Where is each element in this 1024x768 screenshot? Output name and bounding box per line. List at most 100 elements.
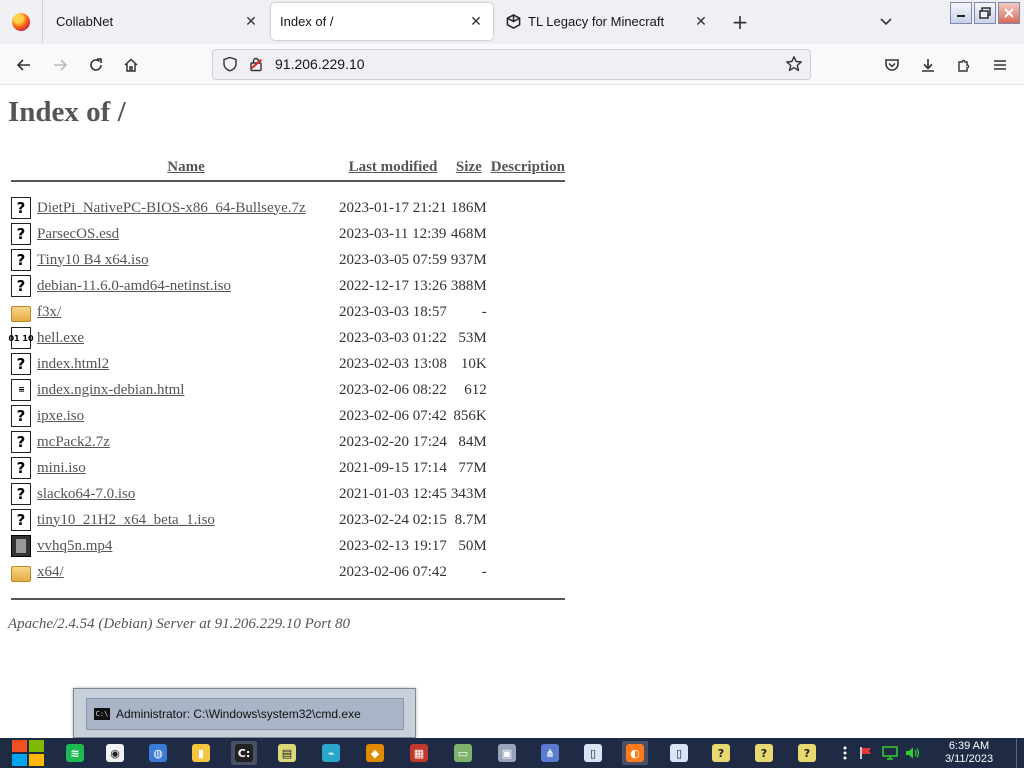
file-icon-cell: ? <box>10 195 34 221</box>
file-link[interactable]: ParsecOS.esd <box>37 226 119 242</box>
file-link[interactable]: DietPi_NativePC-BIOS-x86_64-Bullseye.7z <box>37 200 306 216</box>
document-icon[interactable]: ▯ <box>666 741 692 765</box>
firefox-icon[interactable]: ◐ <box>622 741 648 765</box>
extensions-icon[interactable] <box>951 52 977 78</box>
file-link[interactable]: debian-11.6.0-amd64-netinst.iso <box>37 278 231 294</box>
close-icon[interactable]: ✕ <box>692 12 710 30</box>
home-icon[interactable] <box>118 52 144 78</box>
tray-overflow-icon[interactable] <box>836 743 854 763</box>
unknown-file-icon: ? <box>11 353 31 375</box>
file-link[interactable]: hell.exe <box>37 330 84 346</box>
file-size: 10K <box>460 355 487 372</box>
avast-icon[interactable]: ◆ <box>362 741 388 765</box>
url-bar[interactable]: 91.206.229.10 <box>212 49 811 80</box>
table-row: ? DietPi_NativePC-BIOS-x86_64-Bullseye.7z… <box>10 195 566 221</box>
cmd-icon[interactable]: C: <box>231 741 257 765</box>
star-icon[interactable] <box>784 54 804 74</box>
notepad-icon[interactable]: ▤ <box>274 741 300 765</box>
file-link[interactable]: ipxe.iso <box>37 408 84 424</box>
firefox-logo-icon[interactable] <box>0 0 42 44</box>
file-description <box>490 533 566 559</box>
network-globe-icon[interactable]: ◍ <box>145 741 171 765</box>
tracking-shield-icon[interactable] <box>222 56 238 72</box>
printer-icon[interactable]: ▣ <box>494 741 520 765</box>
clock-date: 3/11/2023 <box>944 753 994 765</box>
url-text[interactable]: 91.206.229.10 <box>275 56 365 72</box>
file-link[interactable]: vvhq5n.mp4 <box>37 538 112 554</box>
hamburger-menu-icon[interactable] <box>987 52 1013 78</box>
app-icon[interactable]: ▦ <box>406 741 432 765</box>
document-icon[interactable]: ▯ <box>580 741 606 765</box>
notepad-help-icon[interactable]: ? <box>794 741 820 765</box>
start-windows-icon[interactable] <box>8 738 46 768</box>
close-icon[interactable]: ✕ <box>242 12 260 30</box>
file-description <box>490 455 566 481</box>
column-header-description[interactable]: Description <box>490 154 566 180</box>
app-icon[interactable]: ⌁ <box>318 741 344 765</box>
cmd-window-preview[interactable]: C:\ Administrator: C:\Windows\system32\c… <box>86 698 404 730</box>
network-icon-glyph: ⋔ <box>541 744 559 762</box>
network-icon[interactable]: ⋔ <box>537 741 563 765</box>
unknown-file-icon: ? <box>11 457 31 479</box>
notepad-help-icon-glyph: ? <box>712 744 730 762</box>
spotify-icon[interactable]: ≋ <box>62 741 88 765</box>
pocket-icon[interactable] <box>879 52 905 78</box>
network-monitor-icon[interactable] <box>881 743 899 763</box>
reload-icon[interactable] <box>83 52 109 78</box>
column-header-last-modified[interactable]: Last modified <box>338 154 448 180</box>
file-link[interactable]: index.html2 <box>37 356 109 372</box>
page-title: Index of / <box>8 96 126 128</box>
volume-icon[interactable] <box>904 743 922 763</box>
monitor-icon-glyph: ▭ <box>454 744 472 762</box>
file-size: - <box>481 303 487 320</box>
file-description <box>490 377 566 403</box>
close-window-button[interactable] <box>998 2 1020 24</box>
column-header-name[interactable]: Name <box>36 154 336 180</box>
file-icon-cell: ? <box>10 351 34 377</box>
chrome-icon[interactable]: ◉ <box>102 741 128 765</box>
file-link[interactable]: Tiny10 B4 x64.iso <box>37 252 149 268</box>
close-icon[interactable]: ✕ <box>467 13 485 31</box>
table-row: ? debian-11.6.0-amd64-netinst.iso 2022-12-… <box>10 273 566 299</box>
show-desktop-button[interactable] <box>1016 738 1024 768</box>
column-header-size[interactable]: Size <box>450 154 488 180</box>
unknown-file-icon: ? <box>11 197 31 219</box>
firefox-icon-glyph: ◐ <box>626 744 644 762</box>
taskbar-thumbnail-preview[interactable]: C:\ Administrator: C:\Windows\system32\c… <box>73 688 416 738</box>
flag-icon[interactable] <box>857 743 875 763</box>
tab-collabnet[interactable]: CollabNet ✕ <box>42 0 268 42</box>
file-modified: 2023-02-06 08:22 <box>339 381 447 398</box>
download-icon[interactable] <box>915 52 941 78</box>
insecure-lock-icon[interactable] <box>248 56 264 72</box>
file-link[interactable]: f3x/ <box>37 304 61 320</box>
file-link[interactable]: index.nginx-debian.html <box>37 382 184 398</box>
movie-file-icon <box>11 535 31 557</box>
file-description <box>490 481 566 507</box>
file-link[interactable]: tiny10_21H2_x64_beta_1.iso <box>37 512 215 528</box>
system-clock[interactable]: 6:39 AM 3/11/2023 <box>936 740 1002 766</box>
file-icon-cell <box>10 533 34 559</box>
file-link[interactable]: mini.iso <box>37 460 86 476</box>
notepad-help-icon[interactable]: ? <box>708 741 734 765</box>
notepad-help-icon[interactable]: ? <box>751 741 777 765</box>
tab-title: TL Legacy for Minecraft <box>528 13 665 29</box>
table-row: ? tiny10_21H2_x64_beta_1.iso 2023-02-24 02… <box>10 507 566 533</box>
tab-index[interactable]: Index of / ✕ <box>271 3 493 40</box>
file-link[interactable]: x64/ <box>37 564 64 580</box>
file-explorer-icon[interactable]: ▮ <box>188 741 214 765</box>
minimize-button[interactable] <box>950 2 972 24</box>
list-all-tabs-button[interactable] <box>876 12 896 32</box>
back-arrow-icon[interactable] <box>11 52 37 78</box>
tab-tl-legacy[interactable]: TL Legacy for Minecraft ✕ <box>496 0 718 42</box>
new-tab-button[interactable]: + <box>728 10 752 34</box>
file-icon-cell <box>10 299 34 325</box>
table-row: f3x/2023-03-03 18:57 - <box>10 299 566 325</box>
file-icon-cell <box>10 559 34 585</box>
forward-arrow-icon[interactable] <box>47 52 73 78</box>
restore-button[interactable] <box>974 2 996 24</box>
file-link[interactable]: slacko64-7.0.iso <box>37 486 135 502</box>
tab-title: CollabNet <box>56 13 114 29</box>
file-link[interactable]: mcPack2.7z <box>37 434 110 450</box>
monitor-icon[interactable]: ▭ <box>450 741 476 765</box>
cube-icon <box>505 13 521 29</box>
